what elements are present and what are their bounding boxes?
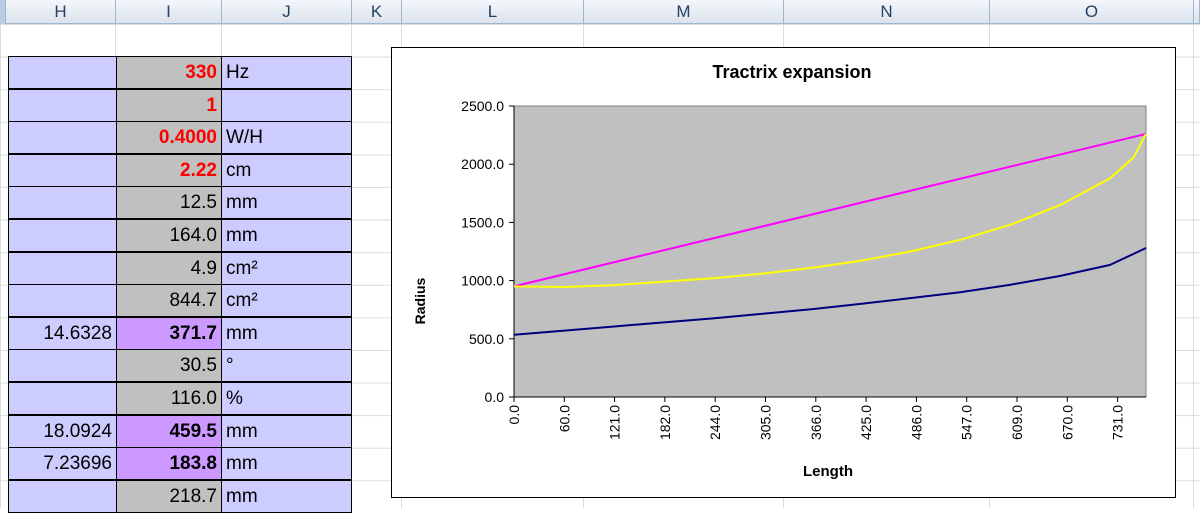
- x-tick-label: 305.0: [758, 405, 774, 440]
- grid-line: [1193, 24, 1194, 508]
- cell-i9[interactable]: 4.9: [116, 252, 222, 285]
- cell-j12[interactable]: °: [222, 349, 352, 382]
- column-header-overflow[interactable]: [1194, 0, 1200, 24]
- chart-svg: Tractrix expansion Radius Length 0.0 500.…: [412, 62, 1147, 480]
- cell-h8[interactable]: [8, 219, 116, 252]
- cell-i16[interactable]: 218.7: [116, 480, 222, 513]
- cell-i11[interactable]: 371.7: [116, 317, 222, 350]
- column-header-i[interactable]: I: [116, 0, 222, 24]
- column-header-m[interactable]: M: [584, 0, 784, 24]
- column-header-n[interactable]: N: [784, 0, 990, 24]
- x-axis-label: Length: [803, 463, 853, 480]
- cell-h14[interactable]: 18.0924: [8, 415, 116, 448]
- cell-j4[interactable]: [222, 89, 352, 122]
- y-tick-label: 500.0: [469, 331, 504, 347]
- cell-i7[interactable]: 12.5: [116, 186, 222, 219]
- column-header-l[interactable]: L: [402, 0, 584, 24]
- tractrix-chart[interactable]: Tractrix expansion Radius Length 0.0 500.…: [391, 47, 1176, 498]
- cell-j5[interactable]: W/H: [222, 121, 352, 154]
- cell-h6[interactable]: [8, 154, 116, 187]
- x-tick-label: 486.0: [908, 405, 924, 440]
- cell-j15[interactable]: mm: [222, 447, 352, 480]
- cell-h11[interactable]: 14.6328: [8, 317, 116, 350]
- x-tick-label: 121.0: [607, 405, 623, 440]
- x-tick-label: 731.0: [1110, 405, 1126, 440]
- cell-j13[interactable]: %: [222, 382, 352, 415]
- cell-j7[interactable]: mm: [222, 186, 352, 219]
- y-tick-label: 2500.0: [461, 98, 504, 114]
- cell-j14[interactable]: mm: [222, 415, 352, 448]
- y-tick-label: 0.0: [485, 389, 505, 405]
- x-tick-label: 609.0: [1009, 405, 1025, 440]
- cell-h5[interactable]: [8, 121, 116, 154]
- cell-i15[interactable]: 183.8: [116, 447, 222, 480]
- column-header-k[interactable]: K: [352, 0, 402, 24]
- plot-area: [513, 105, 1147, 398]
- cell-j9[interactable]: cm²: [222, 252, 352, 285]
- cell-j11[interactable]: mm: [222, 317, 352, 350]
- y-tick-label: 1000.0: [461, 273, 504, 289]
- cell-h3[interactable]: [8, 56, 116, 89]
- cell-h10[interactable]: [8, 284, 116, 317]
- cell-i10[interactable]: 844.7: [116, 284, 222, 317]
- cell-j10[interactable]: cm²: [222, 284, 352, 317]
- cell-i3[interactable]: 330: [116, 56, 222, 89]
- x-tick-label: 0.0: [506, 405, 522, 425]
- cell-j8[interactable]: mm: [222, 219, 352, 252]
- cell-h13[interactable]: [8, 382, 116, 415]
- cell-i6[interactable]: 2.22: [116, 154, 222, 187]
- cell-h4[interactable]: [8, 89, 116, 122]
- cell-i12[interactable]: 30.5: [116, 349, 222, 382]
- column-header-o[interactable]: O: [990, 0, 1194, 24]
- x-tick-label: 547.0: [959, 405, 975, 440]
- chart-title: Tractrix expansion: [712, 62, 871, 82]
- cell-h12[interactable]: [8, 349, 116, 382]
- cell-h15[interactable]: 7.23696: [8, 447, 116, 480]
- cell-j16[interactable]: mm: [222, 480, 352, 513]
- x-tick-label: 182.0: [657, 405, 673, 440]
- x-tick-label: 244.0: [707, 405, 723, 440]
- cell-i13[interactable]: 116.0: [116, 382, 222, 415]
- x-tick-label: 425.0: [858, 405, 874, 440]
- cell-h9[interactable]: [8, 252, 116, 285]
- cell-i5[interactable]: 0.4000: [116, 121, 222, 154]
- cell-h16[interactable]: [8, 480, 116, 513]
- y-axis-label: Radius: [412, 277, 428, 324]
- cell-j3[interactable]: Hz: [222, 56, 352, 89]
- x-tick-label: 670.0: [1059, 405, 1075, 440]
- column-header-j[interactable]: J: [222, 0, 352, 24]
- cell-j6[interactable]: cm: [222, 154, 352, 187]
- cell-i4[interactable]: 1: [116, 89, 222, 122]
- x-tick-label: 60.0: [556, 405, 572, 432]
- cell-h7[interactable]: [8, 186, 116, 219]
- cell-i14[interactable]: 459.5: [116, 415, 222, 448]
- cell-i8[interactable]: 164.0: [116, 219, 222, 252]
- y-tick-label: 2000.0: [461, 156, 504, 172]
- column-header-h[interactable]: H: [6, 0, 116, 24]
- y-tick-label: 1500.0: [461, 214, 504, 230]
- x-tick-label: 366.0: [808, 405, 824, 440]
